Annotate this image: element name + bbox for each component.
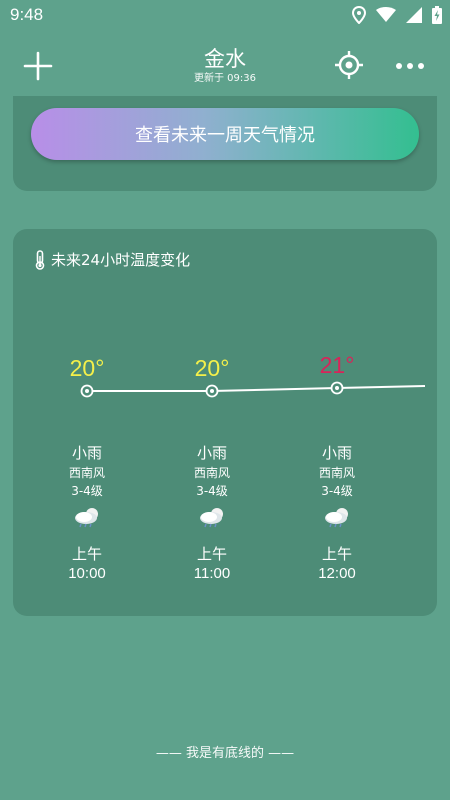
period-label: 上午 bbox=[321, 545, 352, 563]
wind-level: 3-4级 bbox=[196, 484, 228, 498]
hourly-item: 小雨 西南风 3-4级 上午 12:00 bbox=[297, 442, 377, 584]
crosshair-icon bbox=[335, 51, 363, 79]
wind-level: 3-4级 bbox=[321, 484, 353, 498]
temperature-line bbox=[87, 385, 426, 392]
wifi-icon bbox=[376, 7, 396, 22]
period-label: 上午 bbox=[71, 545, 102, 563]
temp-value: 20° bbox=[69, 355, 105, 381]
wind-direction: 西南风 bbox=[318, 466, 355, 480]
light-rain-icon bbox=[75, 508, 98, 528]
weekly-forecast-button[interactable]: 查看未来一周天气情况 bbox=[31, 108, 419, 160]
forecast-card: 查看未来一周天气情况 bbox=[13, 96, 437, 191]
status-time: 9:48 bbox=[10, 5, 44, 24]
wind-direction: 西南风 bbox=[68, 466, 105, 480]
temp-point bbox=[330, 381, 344, 395]
condition-text: 小雨 bbox=[321, 444, 352, 462]
title-block: 金水 更新于 09:36 bbox=[125, 46, 325, 86]
status-bar: 9:48 bbox=[0, 0, 450, 32]
status-icons bbox=[352, 6, 442, 24]
location-status-icon bbox=[352, 6, 366, 24]
wind-direction: 西南风 bbox=[193, 466, 230, 480]
hour-label: 11:00 bbox=[193, 565, 231, 582]
city-title: 金水 bbox=[204, 47, 246, 71]
temp-value: 21° bbox=[319, 352, 355, 378]
end-of-list-text: —— 我是有底线的 —— bbox=[155, 746, 295, 761]
hour-label: 10:00 bbox=[68, 565, 106, 582]
hourly-forecast-card: 未来24小时温度变化 20° 20° 21° 小雨 西南风 3-4级 上午 10… bbox=[13, 229, 437, 616]
app-bar: 金水 更新于 09:36 bbox=[0, 40, 450, 96]
light-rain-icon bbox=[200, 508, 223, 528]
battery-icon bbox=[432, 6, 442, 24]
hourly-item: 小雨 西南风 3-4级 上午 10:00 bbox=[47, 442, 127, 584]
light-rain-icon bbox=[325, 508, 348, 528]
temp-point bbox=[80, 384, 94, 398]
condition-text: 小雨 bbox=[71, 444, 102, 462]
wind-level: 3-4级 bbox=[71, 484, 103, 498]
update-time: 更新于 09:36 bbox=[194, 73, 256, 84]
period-label: 上午 bbox=[196, 545, 227, 563]
temp-value: 20° bbox=[194, 355, 230, 381]
temp-point bbox=[205, 384, 219, 398]
more-options-button[interactable] bbox=[394, 56, 426, 76]
cell-signal-icon bbox=[406, 7, 422, 23]
hourly-item: 小雨 西南风 3-4级 上午 11:00 bbox=[172, 442, 252, 584]
add-city-button[interactable] bbox=[22, 50, 54, 82]
hour-label: 12:00 bbox=[318, 565, 356, 582]
plus-icon bbox=[23, 51, 53, 81]
condition-text: 小雨 bbox=[196, 444, 227, 462]
more-dots-icon bbox=[396, 63, 424, 69]
locate-button[interactable] bbox=[334, 50, 364, 80]
